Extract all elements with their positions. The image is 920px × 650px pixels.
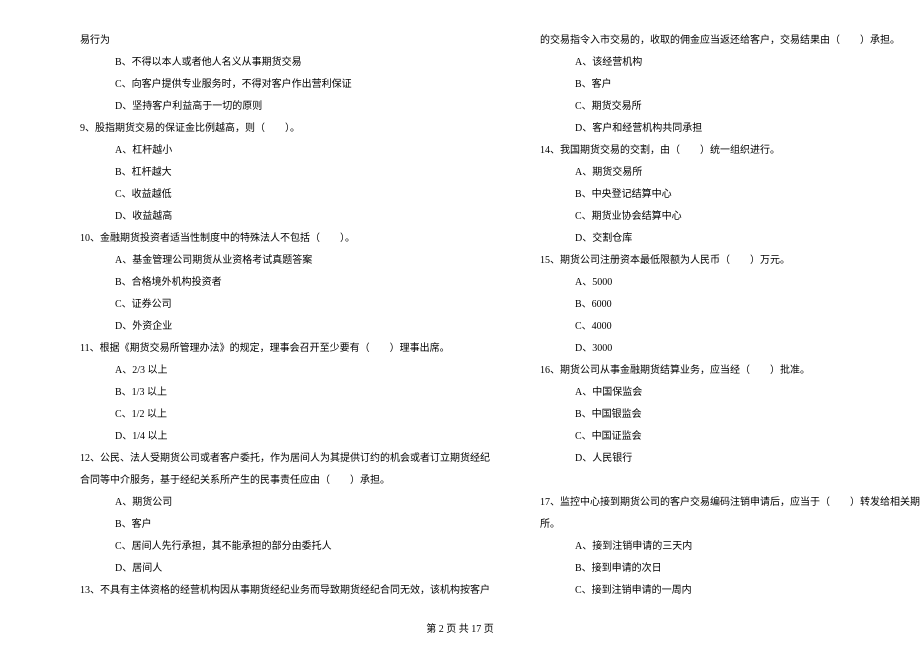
question-line: 的交易指令入市交易的，收取的佣金应当返还给客户，交易结果由（ ）承担。 xyxy=(540,30,920,52)
option-line: D、3000 xyxy=(540,338,920,360)
option-line: B、客户 xyxy=(80,514,490,536)
right-column: 的交易指令入市交易的，收取的佣金应当返还给客户，交易结果由（ ）承担。A、该经营… xyxy=(540,30,920,590)
option-line: D、外资企业 xyxy=(80,316,490,338)
question-line: 10、金融期货投资者适当性制度中的特殊法人不包括（ ）。 xyxy=(80,228,490,250)
question-line: 16、期货公司从事金融期货结算业务，应当经（ ）批准。 xyxy=(540,360,920,382)
option-line: C、向客户提供专业服务时，不得对客户作出营利保证 xyxy=(80,74,490,96)
option-line: B、接到申请的次日 xyxy=(540,558,920,580)
option-line: D、人民银行 xyxy=(540,448,920,470)
question-line: 15、期货公司注册资本最低限额为人民币（ ）万元。 xyxy=(540,250,920,272)
option-line: D、交割仓库 xyxy=(540,228,920,250)
option-line: A、该经营机构 xyxy=(540,52,920,74)
option-line: C、中国证监会 xyxy=(540,426,920,448)
option-line: D、收益越高 xyxy=(80,206,490,228)
option-line: A、杠杆越小 xyxy=(80,140,490,162)
option-line: C、期货业协会结算中心 xyxy=(540,206,920,228)
option-line: D、坚持客户利益高于一切的原则 xyxy=(80,96,490,118)
option-line: B、杠杆越大 xyxy=(80,162,490,184)
option-line: C、1/2 以上 xyxy=(80,404,490,426)
option-line: D、1/4 以上 xyxy=(80,426,490,448)
question-line: 17、监控中心接到期货公司的客户交易编码注销申请后，应当于（ ）转发给相关期货交… xyxy=(540,492,920,514)
option-line: D、居间人 xyxy=(80,558,490,580)
option-line: C、4000 xyxy=(540,316,920,338)
option-line: B、6000 xyxy=(540,294,920,316)
page-columns: 易行为B、不得以本人或者他人名义从事期货交易C、向客户提供专业服务时，不得对客户… xyxy=(80,30,860,590)
option-line: B、客户 xyxy=(540,74,920,96)
option-line: A、期货交易所 xyxy=(540,162,920,184)
option-line: C、居间人先行承担，其不能承担的部分由委托人 xyxy=(80,536,490,558)
option-line: A、基金管理公司期货从业资格考试真题答案 xyxy=(80,250,490,272)
question-line: 12、公民、法人受期货公司或者客户委托，作为居间人为其提供订约的机会或者订立期货… xyxy=(80,448,490,470)
option-line: B、1/3 以上 xyxy=(80,382,490,404)
option-line: B、中央登记结算中心 xyxy=(540,184,920,206)
option-line: C、期货交易所 xyxy=(540,96,920,118)
option-line: B、中国银监会 xyxy=(540,404,920,426)
option-line: B、不得以本人或者他人名义从事期货交易 xyxy=(80,52,490,74)
option-line: B、合格境外机构投资者 xyxy=(80,272,490,294)
option-line: A、5000 xyxy=(540,272,920,294)
question-line: 14、我国期货交易的交割，由（ ）统一组织进行。 xyxy=(540,140,920,162)
page-footer: 第 2 页 共 17 页 xyxy=(0,620,920,635)
option-line: C、收益越低 xyxy=(80,184,490,206)
option-line: A、期货公司 xyxy=(80,492,490,514)
question-line: 13、不具有主体资格的经营机构因从事期货经纪业务而导致期货经纪合同无效，该机构按… xyxy=(80,580,490,602)
option-line: A、接到注销申请的三天内 xyxy=(540,536,920,558)
option-line: A、2/3 以上 xyxy=(80,360,490,382)
question-line xyxy=(540,470,920,492)
option-line: C、接到注销申请的一周内 xyxy=(540,580,920,602)
left-column: 易行为B、不得以本人或者他人名义从事期货交易C、向客户提供专业服务时，不得对客户… xyxy=(80,30,490,590)
question-line: 11、根据《期货交易所管理办法》的规定，理事会召开至少要有（ ）理事出席。 xyxy=(80,338,490,360)
option-line: D、客户和经营机构共同承担 xyxy=(540,118,920,140)
question-line: 9、股指期货交易的保证金比例越高，则（ ）。 xyxy=(80,118,490,140)
question-line: 合同等中介服务，基于经纪关系所产生的民事责任应由（ ）承担。 xyxy=(80,470,490,492)
question-line: 易行为 xyxy=(80,30,490,52)
option-line: C、证券公司 xyxy=(80,294,490,316)
option-line: A、中国保监会 xyxy=(540,382,920,404)
question-line: 所。 xyxy=(540,514,920,536)
